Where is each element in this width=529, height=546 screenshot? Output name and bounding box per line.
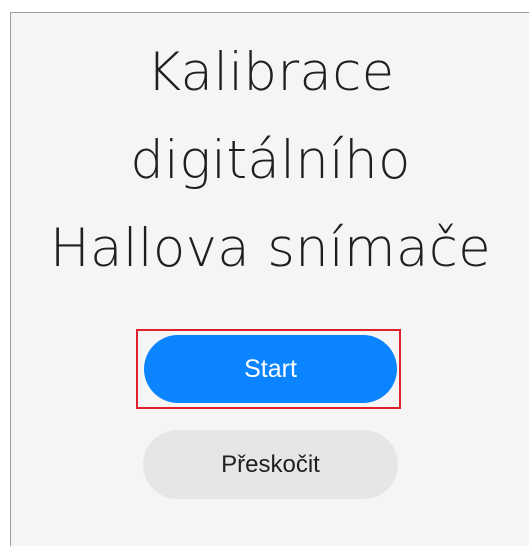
- skip-button[interactable]: Přeskočit: [143, 430, 398, 499]
- title-line-1: Kalibrace: [146, 42, 395, 103]
- page-title: Kalibrace digitálního Hallova snímače: [11, 29, 529, 293]
- title-line-2: digitálního: [130, 130, 411, 191]
- calibration-screen: Kalibrace digitálního Hallova snímače St…: [10, 12, 529, 546]
- start-button[interactable]: Start: [144, 335, 397, 403]
- skip-button-label: Přeskočit: [221, 450, 320, 478]
- start-button-label: Start: [244, 354, 297, 383]
- title-line-3: Hallova snímače: [49, 218, 492, 279]
